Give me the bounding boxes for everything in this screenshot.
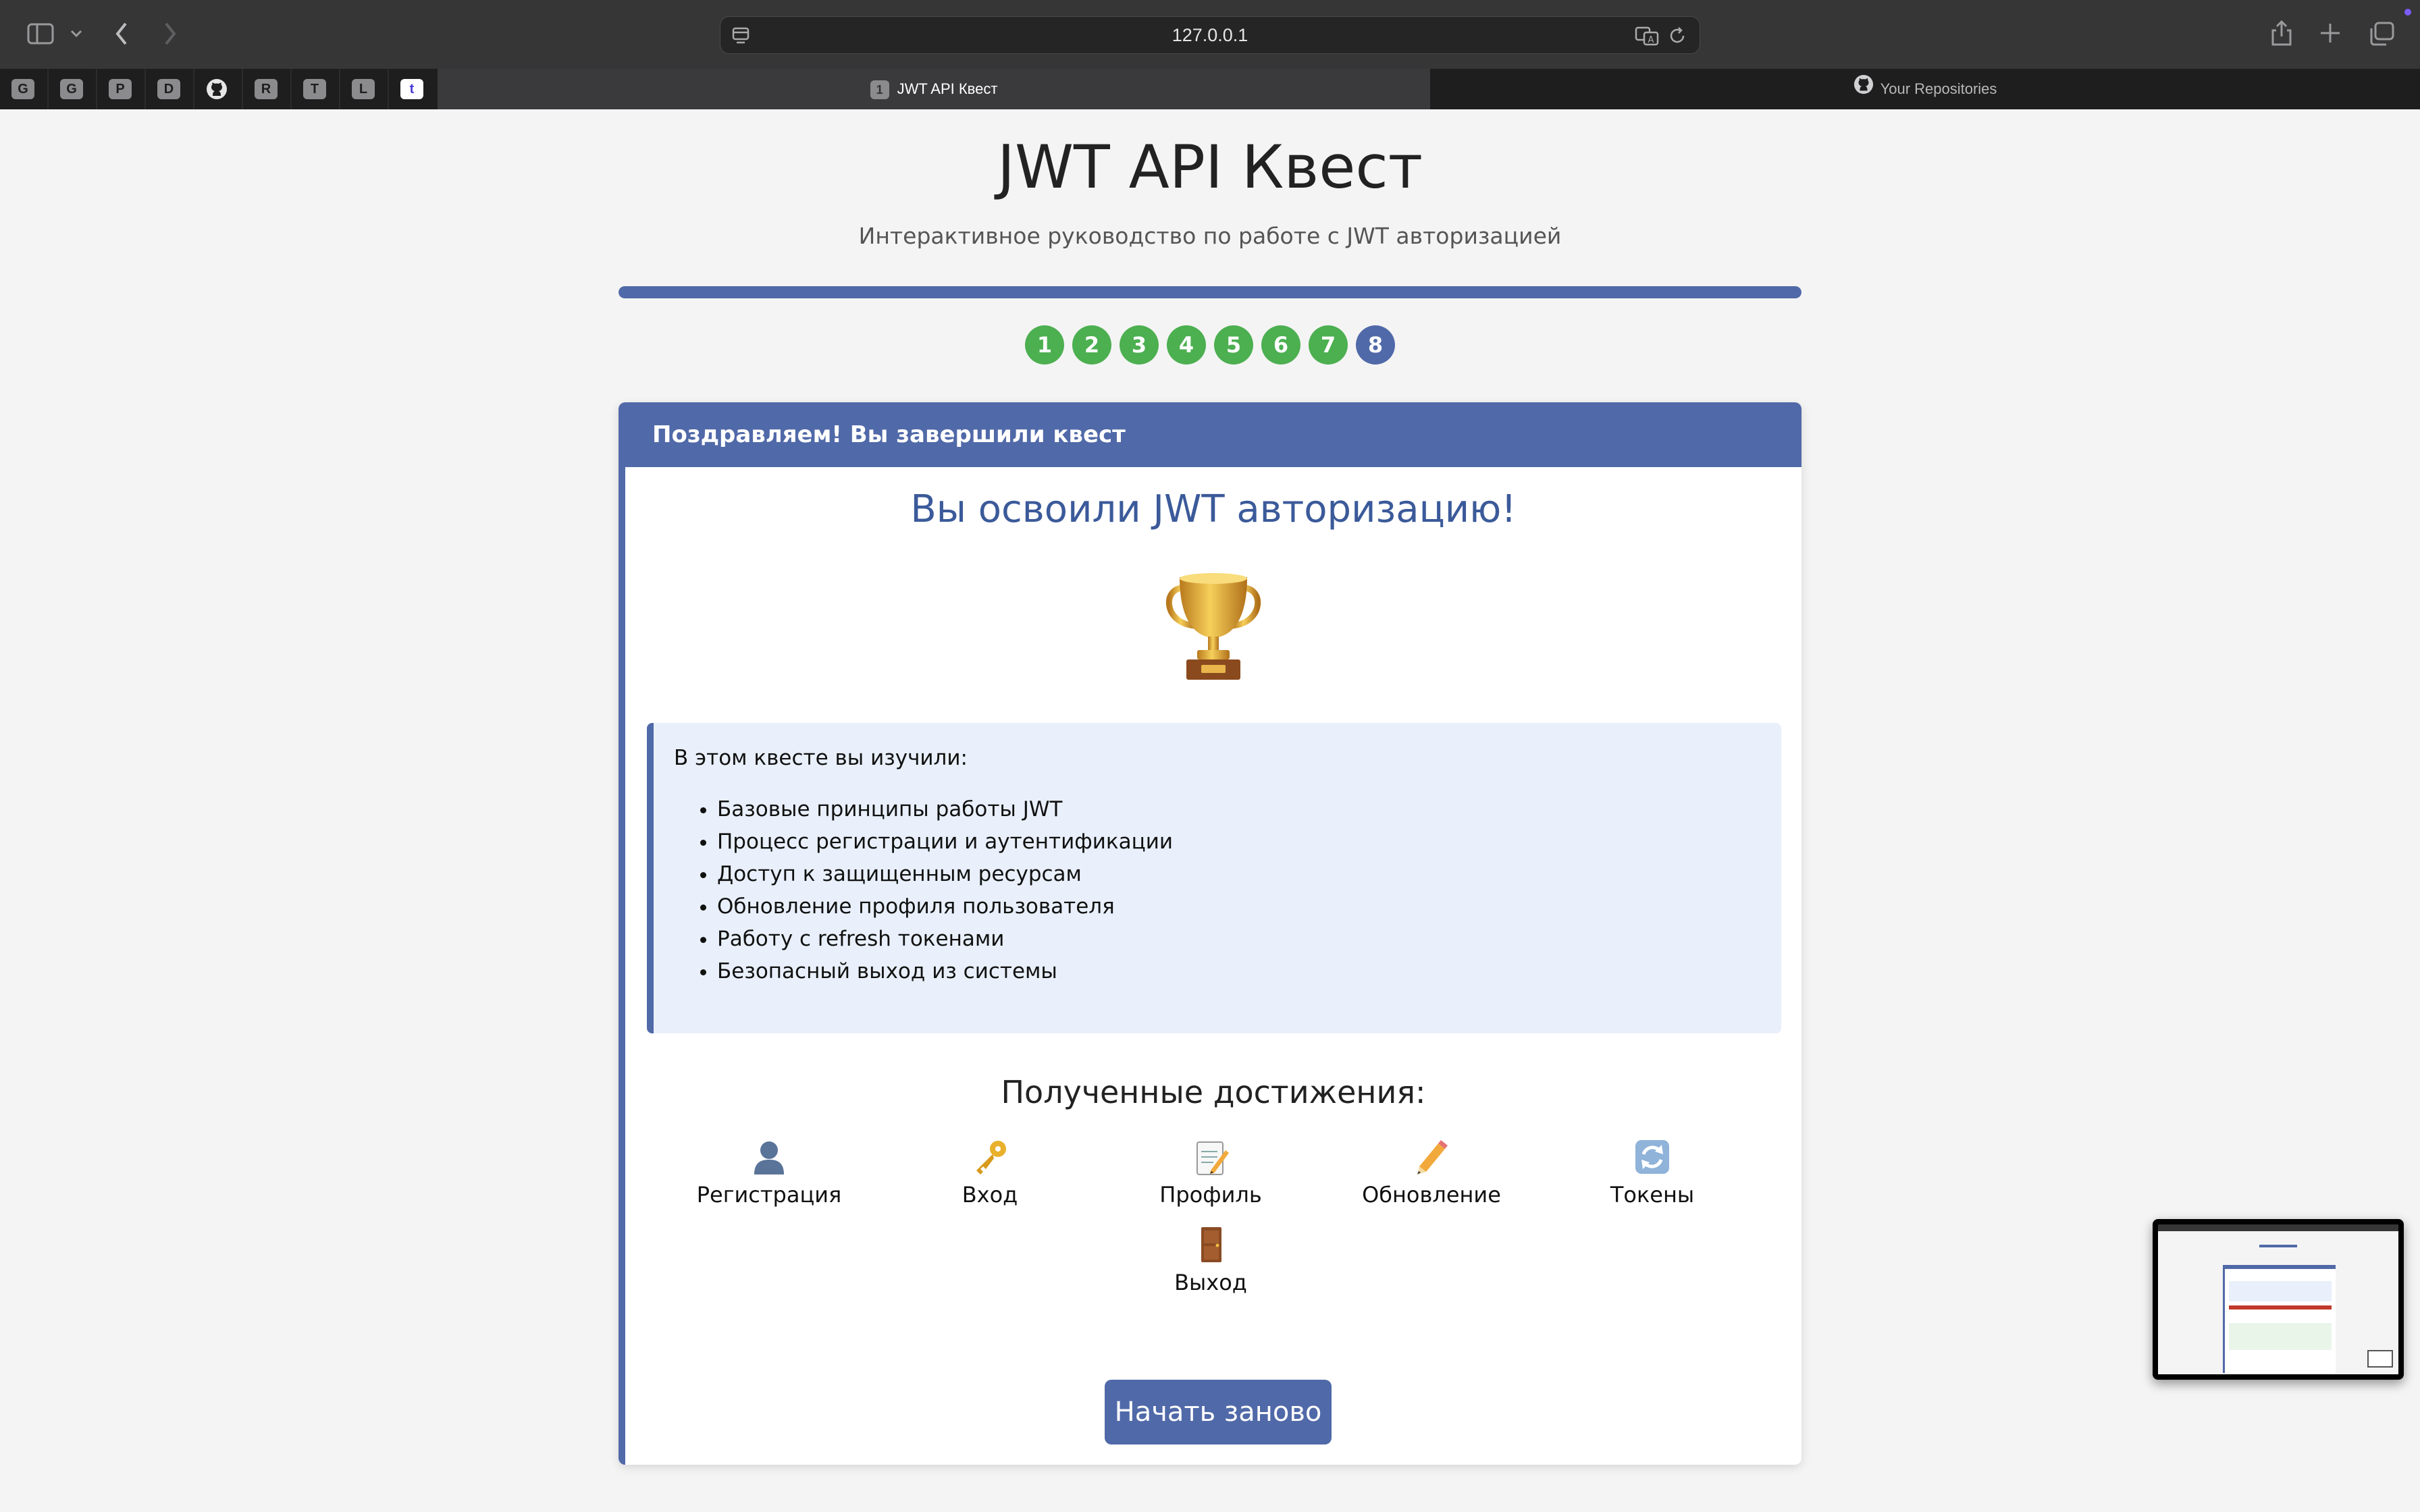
- pinned-tab-g2[interactable]: G: [60, 79, 83, 99]
- card-header: Поздравляем! Вы завершили квест: [625, 402, 1801, 467]
- pip-info: [2229, 1281, 2332, 1301]
- step-indicator-4[interactable]: 4: [1167, 325, 1206, 364]
- achievement-update: Обновление: [1330, 1135, 1533, 1208]
- topic-item: Доступ к защищенным ресурсам: [717, 858, 1761, 890]
- achievements-heading: Полученные достижения:: [1001, 1074, 1426, 1110]
- pinned-tab-t[interactable]: T: [303, 79, 326, 99]
- page-title: JWT API Квест: [997, 132, 1423, 202]
- pip-screen: [2158, 1224, 2398, 1374]
- tab-separator: [193, 69, 194, 109]
- pip-card: [2223, 1265, 2336, 1373]
- tab-separator: [242, 69, 243, 109]
- github-icon[interactable]: [206, 78, 228, 100]
- pip-toolbar: [2158, 1224, 2398, 1231]
- card-heading: Вы освоили JWT авторизацию!: [910, 487, 1517, 531]
- restart-button[interactable]: Начать заново: [1105, 1380, 1332, 1444]
- pinned-tab-l[interactable]: L: [352, 79, 375, 99]
- reload-icon[interactable]: [1667, 26, 1687, 46]
- achievement-label: Регистрация: [696, 1182, 842, 1208]
- share-icon[interactable]: [2270, 19, 2293, 47]
- tab-separator: [144, 69, 146, 109]
- tab-favicon: 1: [870, 80, 889, 100]
- pip-card-header: [2225, 1265, 2336, 1269]
- tab-label: Your Repositories: [1880, 80, 1997, 97]
- tab-overview-icon[interactable]: [2369, 22, 2394, 46]
- picture-in-picture-preview[interactable]: [2153, 1219, 2404, 1380]
- tab-label: JWT API Квест: [897, 80, 998, 97]
- tab-separator: [96, 69, 97, 109]
- step-indicator-6[interactable]: 6: [1261, 325, 1300, 364]
- step-indicator-2[interactable]: 2: [1072, 325, 1111, 364]
- key-icon: [976, 1141, 1006, 1174]
- forward-icon[interactable]: [163, 22, 177, 46]
- pinned-tab-t-alt[interactable]: t: [400, 79, 423, 99]
- achievement-label: Выход: [1174, 1270, 1247, 1295]
- completion-card: Поздравляем! Вы завершили квест Вы освои…: [619, 402, 1801, 1465]
- achievement-profile: Профиль: [1109, 1135, 1312, 1208]
- learned-topics-box: В этом квесте вы изучили: Базовые принци…: [647, 723, 1781, 1033]
- pip-progress: [2259, 1245, 2297, 1247]
- tab-separator: [290, 69, 292, 109]
- step-indicator-1[interactable]: 1: [1025, 325, 1064, 364]
- achievement-label: Токены: [1610, 1182, 1695, 1208]
- achievement-label: Вход: [962, 1182, 1018, 1208]
- pip-mini-window: [2367, 1350, 2393, 1368]
- topic-item: Безопасный выход из системы: [717, 955, 1761, 988]
- pinned-tab-d[interactable]: D: [157, 79, 180, 99]
- pinned-tab-g1[interactable]: G: [11, 79, 34, 99]
- new-tab-icon[interactable]: [2319, 22, 2342, 45]
- trophy-icon: [1165, 573, 1261, 680]
- step-indicator-5[interactable]: 5: [1214, 325, 1253, 364]
- achievement-tokens: Токены: [1551, 1135, 1754, 1208]
- tab-your-repositories[interactable]: Your Repositories: [1430, 69, 2420, 109]
- topic-item: Работу с refresh токенами: [717, 923, 1761, 955]
- memo-icon: [1196, 1141, 1229, 1175]
- translate-icon[interactable]: A: [1635, 26, 1659, 46]
- github-icon: [1853, 70, 1874, 110]
- tab-separator: [388, 69, 389, 109]
- url-text[interactable]: 127.0.0.1: [720, 17, 1700, 53]
- achievement-label: Профиль: [1159, 1182, 1262, 1208]
- pip-success: [2229, 1323, 2332, 1350]
- progress-fill: [619, 286, 1801, 298]
- chevron-down-icon[interactable]: [70, 30, 82, 38]
- step-indicator-8[interactable]: 8: [1356, 325, 1395, 364]
- step-indicators: 12345678: [0, 325, 2420, 364]
- topic-item: Процесс регистрации и аутентификации: [717, 826, 1761, 858]
- learned-intro: В этом квесте вы изучили:: [674, 746, 968, 770]
- learned-topics-list: Базовые принципы работы JWT Процесс реги…: [674, 793, 1761, 988]
- browser-toolbar: 127.0.0.1 A: [0, 0, 2420, 69]
- achievement-label: Обновление: [1362, 1182, 1501, 1208]
- svg-text:A: A: [1648, 35, 1654, 45]
- pencil-icon: [1417, 1140, 1448, 1174]
- topic-item: Обновление профиля пользователя: [717, 890, 1761, 923]
- progress-bar: [619, 286, 1801, 298]
- sidebar-toggle-icon[interactable]: [27, 23, 54, 45]
- door-icon: [1201, 1227, 1221, 1262]
- page-subtitle: Интерактивное руководство по работе с JW…: [858, 223, 1562, 249]
- address-bar[interactable]: 127.0.0.1 A: [720, 16, 1700, 54]
- tab-separator: [47, 69, 49, 109]
- back-icon[interactable]: [115, 22, 128, 46]
- tab-separator: [339, 69, 340, 109]
- achievement-login: Вход: [889, 1135, 1091, 1208]
- notification-dot-icon: [2404, 8, 2412, 16]
- pinned-tab-r[interactable]: R: [255, 79, 278, 99]
- topic-item: Базовые принципы работы JWT: [717, 793, 1761, 826]
- pinned-tab-p[interactable]: P: [109, 79, 132, 99]
- step-indicator-7[interactable]: 7: [1309, 325, 1348, 364]
- achievement-registration: Регистрация: [668, 1135, 870, 1208]
- achievement-logout: Выход: [1109, 1222, 1312, 1295]
- step-indicator-3[interactable]: 3: [1120, 325, 1159, 364]
- refresh-icon: [1635, 1140, 1669, 1174]
- achievements-grid: Регистрация Вход Профиль Обновление Токе…: [660, 1135, 1767, 1303]
- pip-error-bar: [2229, 1305, 2332, 1310]
- tab-jwt-quest[interactable]: 1 JWT API Квест: [438, 69, 1430, 109]
- user-icon: [754, 1141, 784, 1174]
